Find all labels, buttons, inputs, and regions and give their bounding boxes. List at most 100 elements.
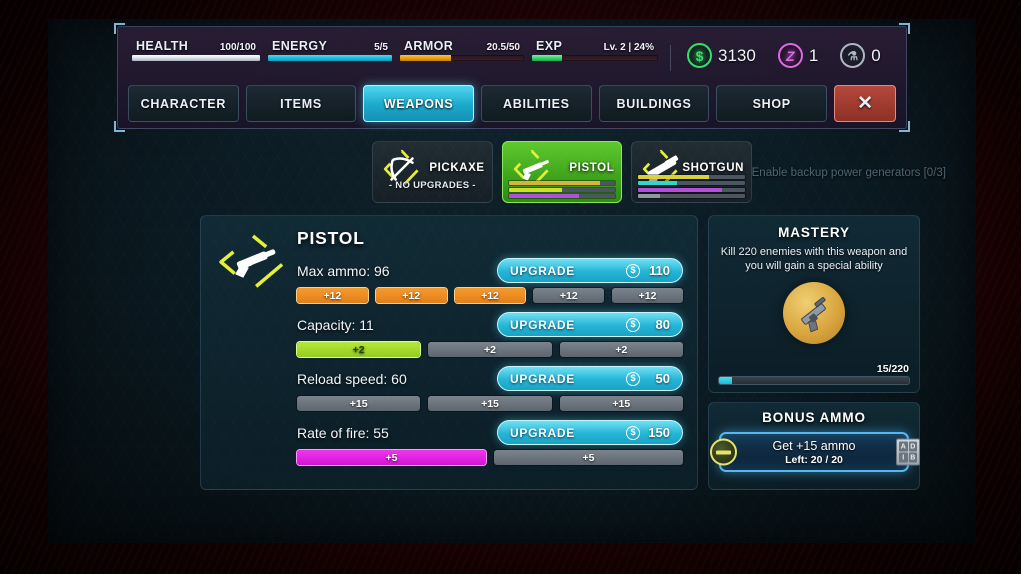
upgrade-button[interactable]: UPGRADE $150	[497, 420, 683, 445]
stat-bars-row: HEALTH 100/100 ENERGY 5/5 ARMOR 20.5/50 EXP Lv.…	[118, 31, 906, 75]
dollar-circle-icon: $	[626, 371, 640, 386]
upgrade-button[interactable]: UPGRADE $50	[497, 366, 683, 391]
upgrade-pip: +15	[559, 396, 683, 411]
upgrade-pip: +15	[297, 396, 421, 411]
weapon-card-bar	[508, 194, 616, 198]
tab-character[interactable]: CHARACTER	[128, 85, 239, 122]
stat-value: Lv. 2 | 24%	[603, 42, 654, 53]
stat-line: Capacity: 11 UPGRADE $80	[297, 312, 683, 337]
ammo-box-icon: ADIB	[896, 438, 920, 466]
corner-bracket-bottom-right	[899, 121, 910, 132]
stat-track	[268, 55, 392, 61]
weapon-card-pistol[interactable]: PISTOL	[501, 141, 623, 203]
ammo-box-cell: D	[908, 441, 917, 452]
upgrade-button[interactable]: UPGRADE $110	[497, 258, 683, 283]
weapon-card-bar	[638, 187, 746, 192]
stat-exp: EXP Lv. 2 | 24%	[532, 31, 658, 61]
weapon-card-bars	[508, 181, 616, 198]
upgrade-pip: +2	[297, 342, 421, 357]
upgrade-cost: 50	[655, 371, 670, 386]
dollar-circle-icon: $	[626, 317, 640, 332]
upgrade-cost-group: $80	[626, 317, 670, 332]
stat-track	[132, 55, 260, 61]
weapon-card-name: SHOTGUN	[682, 162, 745, 174]
weapon-card-name: PISTOL	[569, 162, 615, 174]
bonus-ammo-action-label: Get +15 ammo	[772, 438, 856, 453]
quest-objective-text: Enable backup power generators [0/3]	[751, 167, 946, 179]
stat-name: Rate of fire: 55	[297, 424, 389, 441]
get-bonus-ammo-button[interactable]: Get +15 ammo Left: 20 / 20 ADIB	[710, 432, 920, 472]
upgrade-cost-group: $110	[626, 263, 670, 278]
stat-value: 20.5/50	[486, 42, 520, 53]
upgrade-pips: +12 +12 +12 +12 +12	[297, 288, 683, 303]
currency-1: $3130	[687, 31, 756, 68]
hud-divider	[670, 45, 671, 71]
currency-value: 1	[808, 45, 819, 65]
upgrade-pip: +12	[533, 288, 605, 303]
upgrade-pip: +12	[454, 288, 526, 303]
weapon-card-subtitle: - NO UPGRADES -	[388, 180, 476, 191]
stat-track	[400, 55, 524, 61]
stat-line: Rate of fire: 55 UPGRADE $150	[297, 420, 683, 445]
tab-weapons[interactable]: WEAPONS	[363, 85, 475, 122]
weapon-card-name: PICKAXE	[429, 162, 485, 174]
menu-tab-bar: CHARACTER ITEMS WEAPONS ABILITIES BUILDINGS S…	[128, 85, 897, 122]
tab-buildings[interactable]: BUILDINGS	[598, 85, 710, 122]
science-flask-icon: ⚗	[840, 43, 866, 68]
weapon-card-bar	[508, 181, 616, 185]
corner-bracket-bottom-left	[114, 121, 125, 132]
stat-value: 100/100	[219, 42, 256, 53]
bonus-ammo-title: BONUS AMMO	[762, 410, 866, 425]
upgrade-pip: +2	[559, 342, 683, 357]
tab-items[interactable]: ITEMS	[245, 85, 357, 122]
upgrade-pip: +5	[297, 450, 486, 465]
dollar-circle-icon: $	[626, 263, 640, 278]
stat-label: EXP	[536, 39, 563, 53]
upgrade-row-1: Max ammo: 96 UPGRADE $110 +12 +12 +12 +12 +12	[297, 258, 683, 303]
currency-value: 3130	[718, 45, 756, 65]
mastery-progress-text: 15/220	[876, 363, 909, 375]
stat-label: HEALTH	[136, 39, 189, 53]
weapon-title: PISTOL	[297, 228, 365, 248]
mastery-progress-bar	[719, 377, 909, 384]
upgrade-pip: +2	[428, 342, 552, 357]
upgrade-label: UPGRADE	[510, 263, 575, 278]
ammo-box-cell: A	[899, 441, 908, 452]
tab-abilities[interactable]: ABILITIES	[481, 85, 592, 122]
upgrade-row-3: Reload speed: 60 UPGRADE $50 +15 +15 +15	[297, 366, 683, 411]
mastery-progress-wrap: 15/220	[719, 363, 909, 384]
weapon-card-pickaxe[interactable]: PICKAXE - NO UPGRADES -	[372, 141, 493, 203]
stat-name: Reload speed: 60	[297, 370, 407, 387]
upgrade-cost: 150	[648, 425, 670, 440]
stat-name: Max ammo: 96	[297, 262, 390, 279]
weapon-card-shotgun[interactable]: SHOTGUN	[631, 141, 753, 203]
dollar-circle-icon: $	[626, 425, 640, 440]
upgrade-button[interactable]: UPGRADE $80	[497, 312, 683, 337]
upgrade-cost: 110	[649, 263, 670, 278]
mastery-panel: MASTERY Kill 220 enemies with this weapo…	[708, 215, 920, 393]
upgrade-pip: +5	[494, 450, 683, 465]
hud-panel: HEALTH 100/100 ENERGY 5/5 ARMOR 20.5/50 EXP Lv.…	[114, 23, 910, 132]
ammo-box-cell: I	[899, 452, 908, 463]
weapon-card-bar	[638, 194, 746, 198]
tab-shop[interactable]: SHOP	[716, 85, 828, 122]
close-menu-button[interactable]: ✕	[834, 85, 897, 122]
upgrade-pips: +5 +5	[297, 450, 683, 465]
ammo-token-icon	[710, 438, 737, 466]
upgrade-label: UPGRADE	[510, 425, 575, 440]
upgrade-cost-group: $50	[626, 371, 670, 386]
upgrade-pip: +12	[612, 288, 683, 303]
weapon-card-bar	[508, 187, 616, 192]
mastery-title: MASTERY	[778, 225, 850, 240]
pistol-diamond-icon	[215, 232, 291, 294]
upgrade-label: UPGRADE	[510, 371, 575, 386]
game-menu-stage: Enable backup power generators [0/3] HEA…	[48, 19, 976, 543]
currency-value: 0	[871, 45, 881, 65]
ammo-box-cell: B	[908, 452, 917, 463]
weapon-selector-row: PICKAXE - NO UPGRADES - PISTOL SHOTGUN	[372, 141, 753, 203]
stat-energy: ENERGY 5/5	[268, 31, 392, 61]
weapon-upgrade-panel: PISTOL Max ammo: 96 UPGRADE $110 +12 +12 +12 +…	[200, 215, 698, 490]
mastery-description: Kill 220 enemies with this weapon and yo…	[720, 246, 908, 273]
currency-2: Z1	[777, 31, 819, 68]
stat-line: Max ammo: 96 UPGRADE $110	[297, 258, 683, 283]
